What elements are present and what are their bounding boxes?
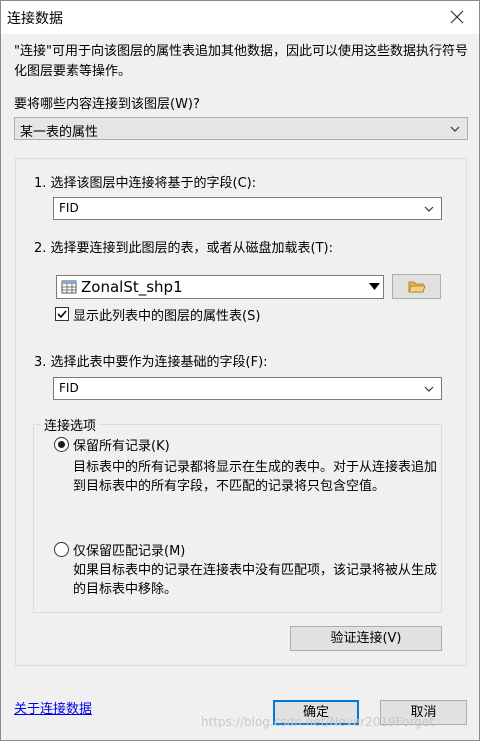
join-what-label: 要将哪些内容连接到该图层(W)? [14, 97, 200, 112]
table-icon [61, 280, 77, 294]
show-layer-tables-label: 显示此列表中的图层的属性表(S) [73, 309, 261, 324]
watermark-text: https://blog.csdn.net/Never2019Forget [201, 715, 434, 729]
keep-matching-records-label: 仅保留匹配记录(M) [73, 544, 186, 559]
keep-all-records-description: 目标表中的所有记录都将显示在生成的表中。对于从连接表追加到目标表中的所有字段，不… [73, 460, 438, 494]
step3-label: 3. 选择此表中要作为连接基础的字段(F): [34, 355, 268, 370]
join-table-field-dropdown[interactable]: FID [53, 377, 442, 400]
join-table-dropdown[interactable]: ZonalSt_shp1 [56, 275, 384, 299]
keep-all-records-label: 保留所有记录(K) [73, 439, 170, 454]
join-type-dropdown[interactable]: 某一表的属性 [14, 117, 468, 140]
close-button[interactable] [445, 5, 469, 29]
open-folder-icon [407, 281, 426, 293]
about-join-link[interactable]: 关于连接数据 [14, 698, 92, 717]
chevron-down-icon [424, 386, 434, 392]
layer-field-value: FID [59, 201, 79, 215]
step1-label: 1. 选择该图层中连接将基于的字段(C): [34, 176, 257, 191]
window-title: 连接数据 [7, 11, 63, 27]
check-icon [57, 310, 67, 319]
join-table-field-value: FID [59, 381, 79, 395]
close-icon [450, 10, 464, 24]
join-table-value: ZonalSt_shp1 [81, 278, 183, 296]
title-bar: 连接数据 [1, 1, 479, 34]
layer-field-dropdown[interactable]: FID [53, 197, 442, 220]
chevron-down-icon [369, 283, 380, 290]
keep-matching-records-description: 如果目标表中的记录在连接表中没有匹配项，该记录将被从生成的目标表中移除。 [73, 563, 438, 597]
keep-matching-records-radio[interactable] [54, 542, 69, 557]
chevron-down-icon [424, 206, 434, 212]
step2-label: 2. 选择要连接到此图层的表，或者从磁盘加载表(T): [34, 241, 334, 256]
show-layer-tables-checkbox[interactable] [55, 307, 69, 321]
join-type-value: 某一表的属性 [20, 125, 99, 140]
chevron-down-icon [450, 126, 460, 132]
validate-join-button[interactable]: 验证连接(V) [290, 626, 442, 651]
join-data-dialog: 连接数据 "连接"可用于向该图层的属性表追加其他数据，因此可以使用这些数据执行符… [0, 0, 480, 741]
dialog-description: "连接"可用于向该图层的属性表追加其他数据，因此可以使用这些数据执行符号化图层要… [14, 44, 468, 79]
keep-all-records-radio[interactable] [54, 437, 69, 452]
browse-table-button[interactable] [392, 274, 441, 299]
join-options-legend: 连接选项 [41, 415, 100, 434]
